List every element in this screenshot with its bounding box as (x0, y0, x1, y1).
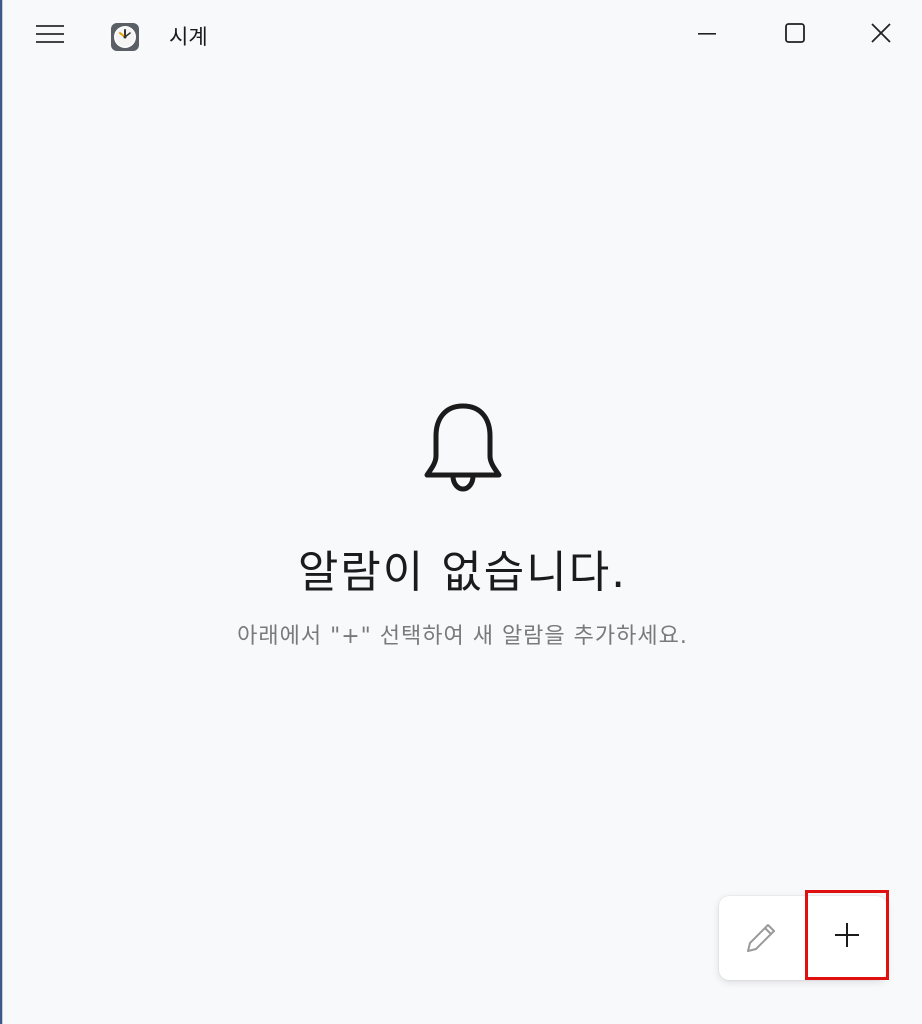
add-alarm-button[interactable] (805, 890, 889, 980)
title-bar: 시계 (3, 0, 922, 66)
empty-state: 알람이 없습니다. 아래에서 "+" 선택하여 새 알람을 추가하세요. (3, 400, 922, 650)
pencil-icon (747, 924, 775, 952)
clock-app-window: 시계 알람이 없습니다. 아래에서 "+" 선택하여 새 알람을 추가하세요. (2, 0, 922, 1024)
plus-icon (835, 923, 859, 947)
navigation-menu-button[interactable] (23, 14, 77, 54)
empty-state-subtitle: 아래에서 "+" 선택하여 새 알람을 추가하세요. (237, 624, 688, 649)
clock-app-icon (111, 23, 139, 51)
close-button[interactable] (839, 0, 922, 66)
alarm-actions (719, 890, 889, 980)
maximize-button[interactable] (751, 0, 839, 66)
close-icon (871, 23, 891, 43)
app-title: 시계 (169, 25, 208, 49)
minimize-button[interactable] (663, 0, 751, 66)
minimize-icon (698, 33, 716, 35)
empty-state-title: 알람이 없습니다. (297, 547, 628, 598)
maximize-icon (785, 23, 805, 43)
edit-alarms-button[interactable] (719, 896, 803, 980)
hamburger-menu-icon (36, 25, 64, 43)
bell-icon (424, 403, 501, 492)
